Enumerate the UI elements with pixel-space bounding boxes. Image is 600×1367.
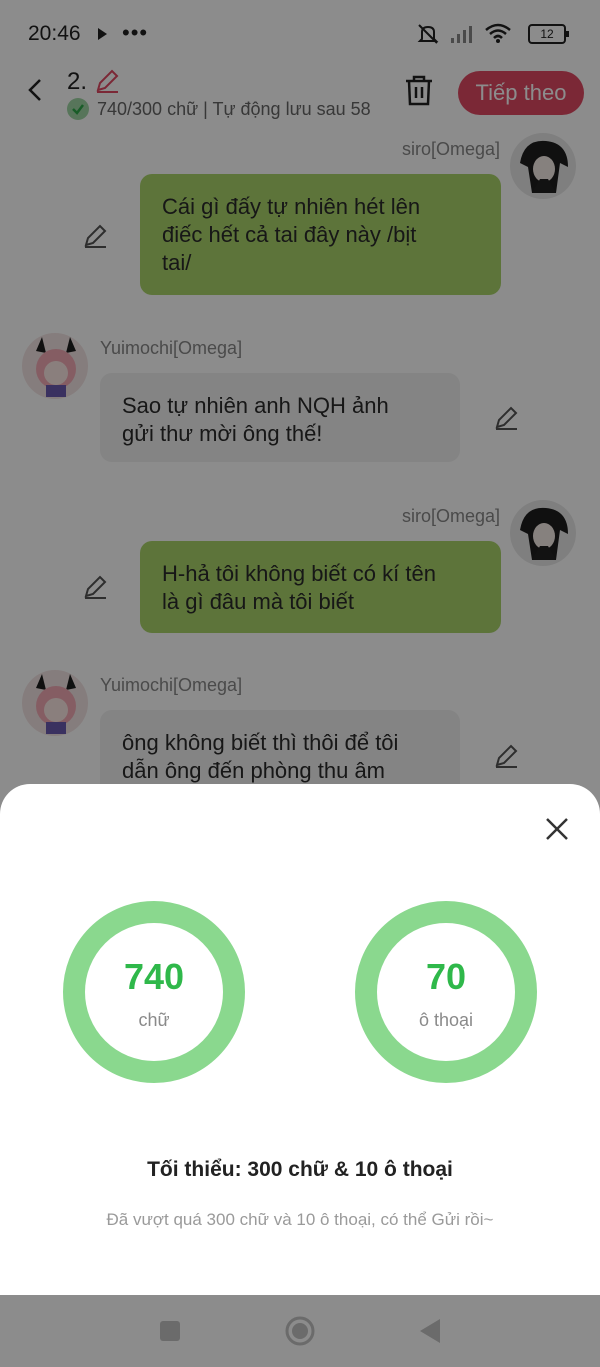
recent-apps-icon[interactable] <box>159 1320 181 1342</box>
minimum-requirement-title: Tối thiểu: 300 chữ & 10 ô thoại <box>147 1158 453 1181</box>
dialog-count-ring: 70 ô thoại <box>354 900 538 1084</box>
minimum-requirement-note: Đã vượt quá 300 chữ và 10 ô thoại, có th… <box>106 1210 494 1229</box>
close-icon[interactable] <box>542 814 572 844</box>
word-count-label: chữ <box>138 1010 170 1030</box>
home-icon[interactable] <box>284 1315 316 1347</box>
dialog-count-value: 70 <box>425 956 467 997</box>
word-count-ring: 740 chữ <box>62 900 246 1084</box>
system-nav-bar <box>0 1295 600 1367</box>
dialog-count-label: ô thoại <box>418 1010 474 1030</box>
word-count-sheet: 740 chữ 70 ô thoại Tối thiểu: 300 chữ & … <box>0 784 600 1295</box>
back-nav-icon[interactable] <box>418 1317 442 1345</box>
chat-editor-screen: 20:46 ••• 12 2. 740/300 chữ | Tự động lư… <box>0 0 600 1295</box>
word-count-value: 740 <box>123 956 185 997</box>
